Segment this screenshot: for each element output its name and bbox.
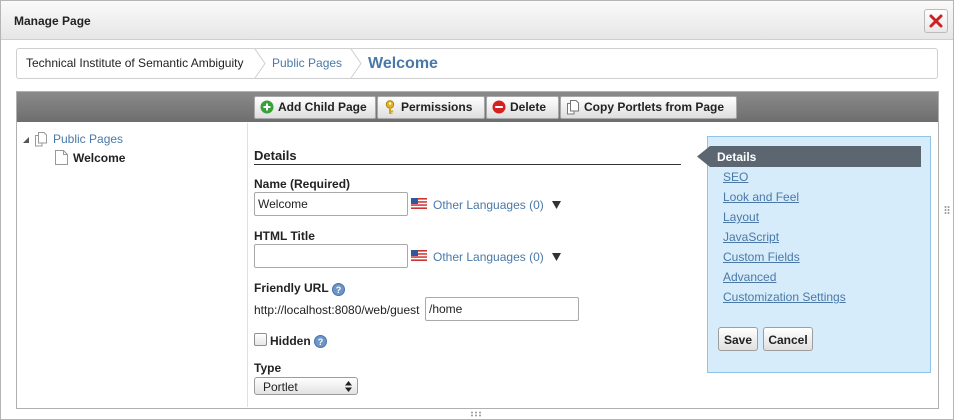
other-languages-link[interactable]: Other Languages (0) [433, 250, 544, 264]
details-title: Details [254, 148, 297, 163]
breadcrumb-separator-icon [254, 49, 266, 78]
tree-expand-icon[interactable] [22, 136, 30, 144]
breadcrumb-item-welcome: Welcome [368, 55, 438, 72]
flag-icon [411, 198, 427, 209]
page-tree-pane [17, 123, 248, 407]
dialog-titlebar: Manage Page [1, 1, 953, 40]
side-nav-item-javascript[interactable]: JavaScript [723, 230, 779, 244]
tree-item-welcome[interactable]: Welcome [73, 151, 125, 165]
toolbar: Add Child Page Permissions Delete Copy P… [17, 92, 938, 122]
type-select-value: Portlet [263, 380, 298, 394]
delete-button[interactable]: Delete [486, 96, 559, 119]
close-button[interactable] [924, 9, 948, 33]
help-icon[interactable]: ? [314, 335, 327, 348]
breadcrumb-separator-icon [350, 49, 362, 78]
side-nav-item-seo[interactable]: SEO [723, 170, 748, 184]
copy-portlets-label: Copy Portlets from Page [584, 100, 725, 114]
save-button[interactable]: Save [718, 327, 758, 351]
side-nav-item-customization-settings[interactable]: Customization Settings [723, 290, 846, 304]
flag-icon [411, 250, 427, 261]
hidden-label: Hidden [270, 334, 311, 348]
svg-text:?: ? [318, 337, 324, 347]
delete-icon [492, 100, 506, 114]
copy-icon [567, 100, 579, 115]
add-child-page-button[interactable]: Add Child Page [254, 96, 376, 119]
help-icon[interactable]: ? [332, 283, 345, 296]
delete-label: Delete [510, 100, 547, 114]
dialog-title: Manage Page [14, 14, 91, 28]
page-icon [55, 150, 68, 165]
side-nav-item-details[interactable]: Details [717, 150, 756, 164]
details-divider [254, 164, 681, 165]
add-child-page-label: Add Child Page [278, 100, 367, 114]
pages-folder-icon [35, 132, 47, 147]
type-select[interactable]: Portlet [254, 377, 358, 395]
side-nav-item-look-and-feel[interactable]: Look and Feel [723, 190, 799, 204]
type-label: Type [254, 361, 282, 375]
add-icon [260, 100, 274, 114]
html-title-label: HTML Title [254, 229, 315, 243]
name-input[interactable] [254, 192, 408, 216]
close-icon [929, 14, 943, 28]
cancel-button[interactable]: Cancel [763, 327, 813, 351]
html-title-input[interactable] [254, 244, 408, 268]
resize-handle-icon[interactable] [470, 411, 482, 417]
select-arrows-icon [345, 381, 352, 392]
resize-handle-icon[interactable] [944, 205, 950, 215]
chevron-down-icon[interactable] [552, 201, 561, 209]
friendly-url-label: Friendly URL [254, 281, 329, 295]
other-languages-link[interactable]: Other Languages (0) [433, 198, 544, 212]
side-nav-item-advanced[interactable]: Advanced [723, 270, 776, 284]
chevron-down-icon[interactable] [552, 253, 561, 261]
friendly-url-prefix: http://localhost:8080/web/guest [254, 303, 420, 317]
key-icon [385, 100, 395, 114]
breadcrumb-item-site[interactable]: Technical Institute of Semantic Ambiguit… [26, 49, 243, 78]
friendly-url-input[interactable] [425, 297, 579, 321]
hidden-checkbox[interactable] [254, 333, 267, 346]
side-nav-item-layout[interactable]: Layout [723, 210, 759, 224]
svg-text:?: ? [336, 285, 342, 295]
breadcrumb-item-public-pages[interactable]: Public Pages [272, 49, 342, 78]
copy-portlets-button[interactable]: Copy Portlets from Page [560, 96, 737, 119]
tree-item-public-pages[interactable]: Public Pages [53, 132, 123, 146]
permissions-button[interactable]: Permissions [377, 96, 485, 119]
name-label: Name (Required) [254, 177, 351, 191]
breadcrumb: Technical Institute of Semantic Ambiguit… [16, 48, 938, 79]
side-nav-item-custom-fields[interactable]: Custom Fields [723, 250, 800, 264]
permissions-label: Permissions [401, 100, 473, 114]
